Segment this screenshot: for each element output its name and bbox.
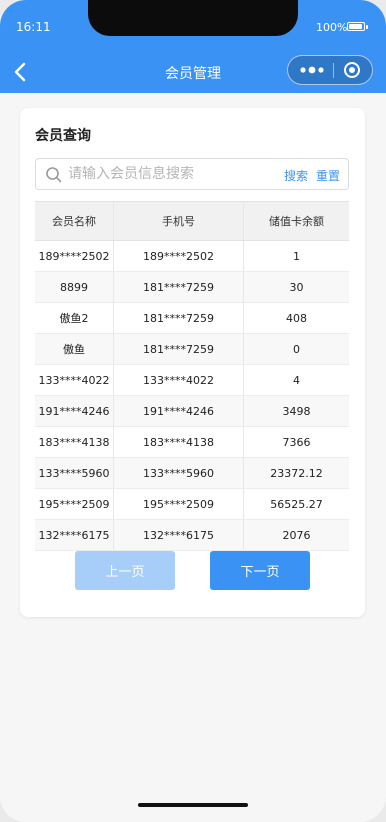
table-row[interactable]: 189****2502 189****2502 1 [35, 241, 349, 272]
home-indicator [138, 803, 248, 807]
balance-cell: 4 [293, 373, 300, 387]
member-name-cell: 191****4246 [35, 396, 114, 426]
phone-cell: 181****7259 [114, 303, 244, 333]
phone-cell: 181****7259 [114, 272, 244, 302]
table-row[interactable]: 133****5960 133****5960 23372.12 [35, 458, 349, 489]
mini-program-capsule [287, 55, 373, 85]
phone-cell: 189****2502 [114, 241, 244, 271]
table-row[interactable]: 傲鱼2 181****7259 408 [35, 303, 349, 334]
notch [88, 0, 298, 36]
balance-cell: 1 [293, 249, 300, 263]
member-query-card: 会员查询 搜索 重置 会员名称 手机号 储值卡余额 189****2502 18… [20, 108, 365, 617]
header-balance: 储值卡余额 [269, 215, 324, 228]
table-row[interactable]: 183****4138 183****4138 7366 [35, 427, 349, 458]
member-name-cell: 183****4138 [35, 427, 114, 457]
top-bar: 16:11 100% 会员管理 [0, 0, 386, 93]
member-name-cell: 8899 [35, 272, 114, 302]
table-row[interactable]: 195****2509 195****2509 56525.27 [35, 489, 349, 520]
balance-cell: 56525.27 [270, 497, 323, 511]
table-header-row: 会员名称 手机号 储值卡余额 [35, 202, 349, 241]
capsule-divider [333, 63, 334, 78]
search-bar: 搜索 重置 [35, 158, 349, 190]
card-title: 会员查询 [35, 128, 91, 144]
balance-cell: 3498 [282, 404, 311, 418]
balance-cell: 0 [293, 342, 300, 356]
phone-cell: 183****4138 [114, 427, 244, 457]
balance-cell: 408 [286, 311, 307, 325]
prev-page-button[interactable]: 上一页 [75, 551, 175, 590]
header-phone: 手机号 [114, 202, 244, 240]
search-button[interactable]: 搜索 [284, 167, 308, 184]
balance-cell: 7366 [282, 435, 311, 449]
balance-cell: 30 [289, 280, 304, 294]
reset-button[interactable]: 重置 [316, 167, 340, 184]
member-name-cell: 132****6175 [35, 520, 114, 550]
next-page-button[interactable]: 下一页 [210, 551, 310, 590]
member-name-cell: 133****5960 [35, 458, 114, 488]
member-name-cell: 195****2509 [35, 489, 114, 519]
phone-cell: 133****4022 [114, 365, 244, 395]
member-table: 会员名称 手机号 储值卡余额 189****2502 189****2502 1… [35, 201, 349, 551]
member-name-cell: 傲鱼2 [35, 303, 114, 333]
phone-cell: 133****5960 [114, 458, 244, 488]
status-time: 16:11 [16, 20, 51, 34]
balance-cell: 2076 [282, 528, 311, 542]
member-name-cell: 傲鱼 [35, 334, 114, 364]
phone-cell: 181****7259 [114, 334, 244, 364]
more-dots-icon[interactable] [296, 61, 330, 79]
search-input[interactable] [68, 163, 278, 185]
search-icon [45, 166, 63, 184]
phone-screen: 16:11 100% 会员管理 会员查询 请输入会员信息搜索 搜索 重置 会员名… [0, 0, 386, 822]
phone-cell: 195****2509 [114, 489, 244, 519]
phone-cell: 132****6175 [114, 520, 244, 550]
table-row[interactable]: 8899 181****7259 30 [35, 272, 349, 303]
member-name-cell: 133****4022 [35, 365, 114, 395]
table-row[interactable]: 傲鱼 181****7259 0 [35, 334, 349, 365]
table-row[interactable]: 132****6175 132****6175 2076 [35, 520, 349, 551]
battery-percentage: 100% [316, 21, 348, 34]
header-member-name: 会员名称 [35, 202, 114, 240]
phone-cell: 191****4246 [114, 396, 244, 426]
battery-icon [347, 22, 368, 31]
table-row[interactable]: 191****4246 191****4246 3498 [35, 396, 349, 427]
close-circle-icon[interactable] [341, 60, 363, 80]
member-name-cell: 189****2502 [35, 241, 114, 271]
table-row[interactable]: 133****4022 133****4022 4 [35, 365, 349, 396]
balance-cell: 23372.12 [270, 466, 323, 480]
